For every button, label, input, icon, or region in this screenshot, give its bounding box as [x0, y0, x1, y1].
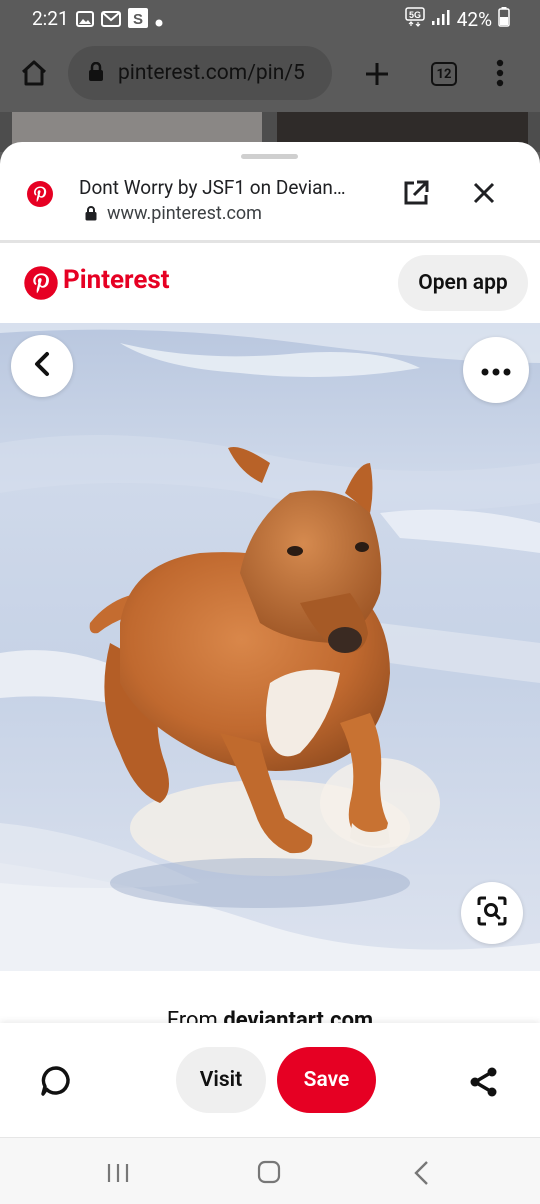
plus-icon[interactable]: [363, 60, 391, 92]
visit-button[interactable]: Visit: [176, 1047, 266, 1113]
close-icon[interactable]: [472, 181, 496, 209]
back-nav-icon[interactable]: [412, 1160, 430, 1190]
5g-icon: 5G: [404, 7, 425, 32]
share-icon[interactable]: [468, 1066, 500, 1102]
gallery-icon: [76, 9, 94, 32]
battery-percent: 42%: [456, 8, 492, 31]
open-external-icon[interactable]: [402, 179, 430, 211]
svg-text:5G: 5G: [409, 10, 421, 20]
pinterest-header: Pinterest Open app: [0, 243, 540, 323]
pinterest-logo-icon[interactable]: [23, 265, 59, 305]
comment-icon[interactable]: [40, 1065, 72, 1101]
more-options-button[interactable]: [463, 337, 529, 403]
sheet-header: Dont Worry by JSF1 on Devian… www.pinter…: [0, 168, 540, 240]
status-time: 2:21: [32, 7, 69, 30]
back-button[interactable]: [11, 335, 73, 397]
back-icon: [31, 351, 53, 381]
more-horiz-icon: [481, 361, 511, 380]
signal-icon: [431, 8, 451, 31]
status-bar: 2:21 S 5G 42%: [0, 0, 540, 38]
open-app-button[interactable]: Open app: [398, 255, 528, 311]
visual-search-button[interactable]: [461, 882, 523, 944]
visual-search-icon: [476, 895, 508, 931]
sheet-url: www.pinterest.com: [107, 203, 262, 224]
dot-icon: [155, 9, 163, 32]
home-icon[interactable]: [19, 58, 49, 92]
sheet-title: Dont Worry by JSF1 on Devian…: [79, 176, 346, 199]
recents-icon[interactable]: [106, 1162, 130, 1188]
system-navigation-bar: [0, 1137, 540, 1204]
battery-icon: [498, 7, 510, 32]
address-bar[interactable]: pinterest.com/pin/5: [68, 46, 332, 100]
url-text: pinterest.com/pin/5: [118, 61, 305, 85]
lock-icon: [85, 206, 97, 225]
s-app-icon: S: [128, 8, 148, 33]
home-nav-icon[interactable]: [257, 1160, 281, 1188]
pin-action-bar: Visit Save: [0, 1023, 540, 1137]
gmail-icon: [101, 9, 121, 32]
lock-icon: [88, 61, 104, 88]
pin-image[interactable]: [0, 323, 540, 971]
save-button[interactable]: Save: [277, 1047, 376, 1113]
pinterest-icon: [26, 180, 54, 212]
browser-toolbar: pinterest.com/pin/5 12: [0, 38, 540, 112]
dog-photo: [0, 323, 540, 971]
more-vert-icon[interactable]: [494, 58, 506, 92]
drag-handle[interactable]: [241, 154, 298, 159]
custom-tab-sheet: Dont Worry by JSF1 on Devian… www.pinter…: [0, 142, 540, 1204]
pinterest-brand[interactable]: Pinterest: [63, 265, 170, 295]
tab-switcher-icon[interactable]: 12: [431, 62, 457, 86]
svg-text:S: S: [133, 11, 143, 28]
